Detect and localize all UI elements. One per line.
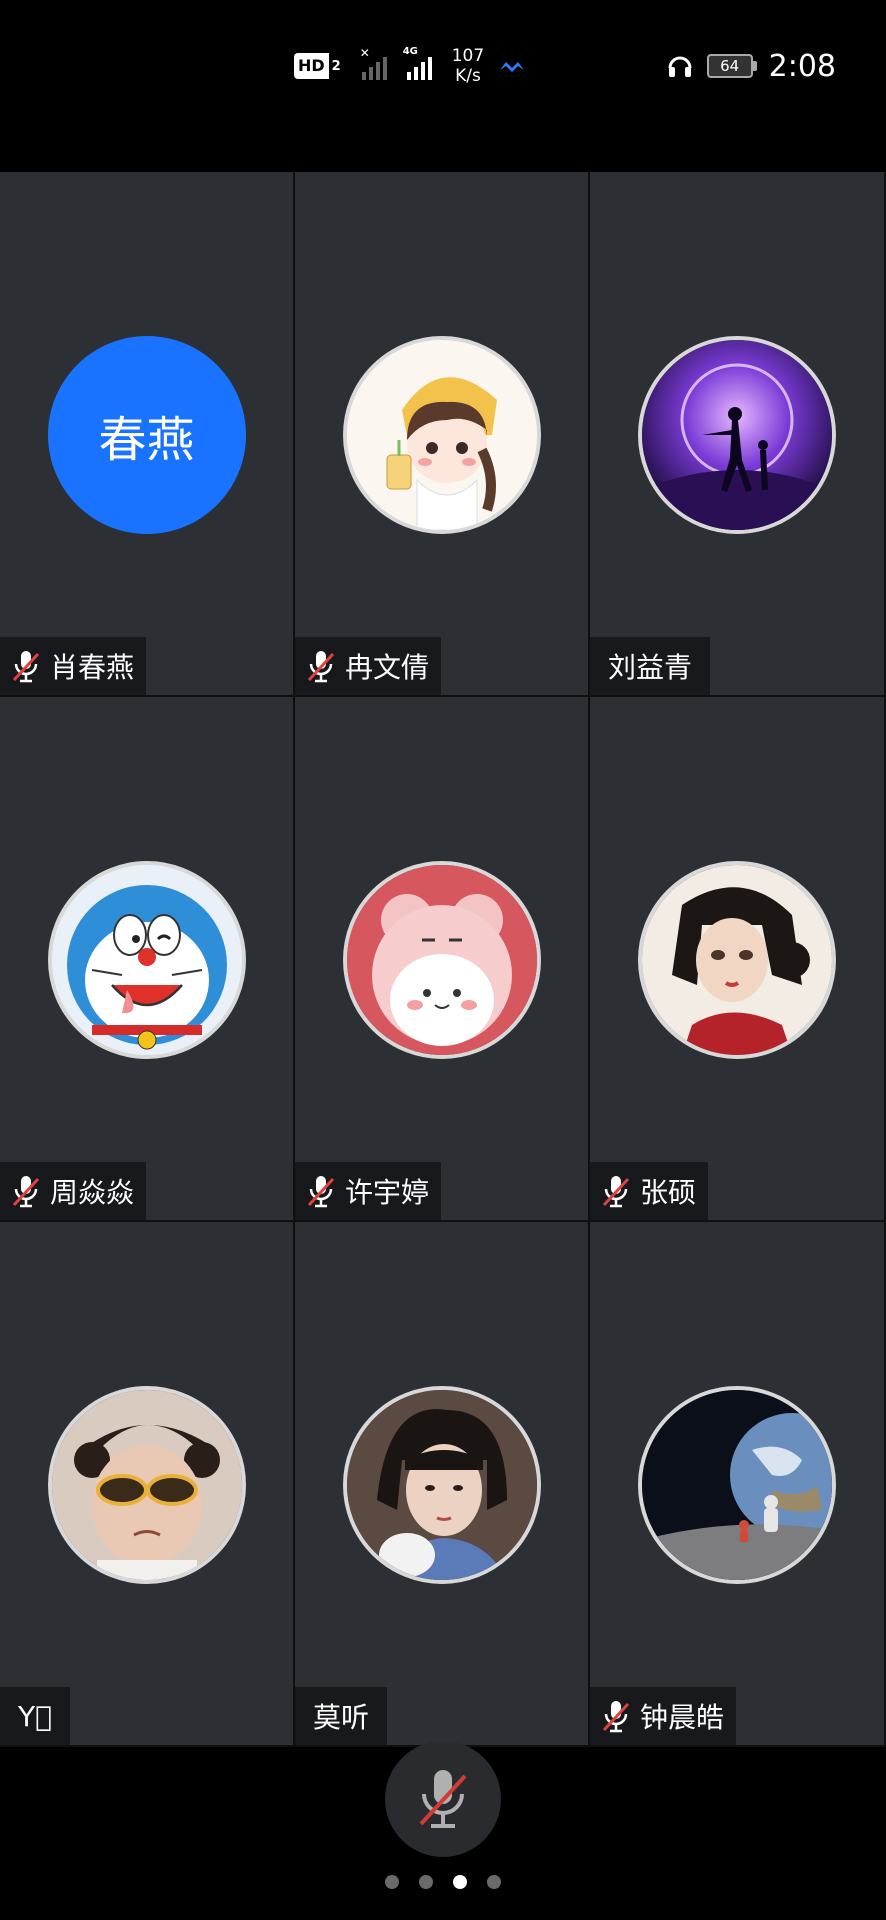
page-dot-active[interactable] xyxy=(453,1875,467,1889)
mic-muted-icon xyxy=(419,1770,467,1828)
participant-tile[interactable]: 春燕 肖春燕 xyxy=(0,172,295,697)
avatar xyxy=(342,861,541,1059)
avatar xyxy=(638,1386,836,1584)
app-notification-icon xyxy=(500,62,525,72)
participant-name-tag: Y  xyxy=(0,1687,70,1745)
bottom-controls xyxy=(0,1741,886,1920)
mic-muted-icon xyxy=(307,1176,335,1208)
signal-sim1-icon: ✕ xyxy=(360,46,387,80)
page-dot[interactable] xyxy=(385,1875,399,1889)
participant-name-tag: 周焱焱 xyxy=(0,1162,147,1220)
network-speed: 107 K/s xyxy=(451,46,485,86)
page-dot[interactable] xyxy=(419,1875,433,1889)
page-indicator xyxy=(0,1875,886,1889)
purple-galaxy-image xyxy=(642,340,832,530)
battery-icon: 64 xyxy=(706,54,757,78)
participant-name-tag: 钟晨皓 xyxy=(590,1687,737,1745)
headset-icon xyxy=(668,56,692,77)
participant-tile[interactable]: 冉文倩 xyxy=(295,172,590,697)
mic-muted-icon xyxy=(602,1176,630,1208)
participant-tile[interactable]: 周焱焱 xyxy=(0,697,295,1222)
signal-sim2-icon: 4G xyxy=(403,46,432,80)
participant-name-tag: 莫听 xyxy=(295,1687,388,1745)
mic-muted-icon xyxy=(307,651,335,683)
cartoon-girl-image xyxy=(346,340,537,530)
participant-grid: 春燕 肖春燕 xyxy=(0,172,886,1747)
mic-muted-icon xyxy=(12,651,40,683)
avatar xyxy=(638,336,836,534)
avatar xyxy=(47,861,246,1059)
avatar: 春燕 xyxy=(47,336,246,534)
child-sunglasses-image xyxy=(51,1390,242,1580)
avatar xyxy=(342,1386,541,1584)
participant-name-tag: 刘益青 xyxy=(590,637,711,695)
girl-photo-image xyxy=(346,1390,537,1580)
astronaut-earth-image xyxy=(642,1390,832,1580)
participant-tile[interactable]: 钟晨皓 xyxy=(590,1222,886,1747)
mute-toggle-button[interactable] xyxy=(385,1741,501,1857)
participant-name-tag: 张硕 xyxy=(590,1162,709,1220)
pink-bear-image xyxy=(346,865,537,1055)
mic-muted-icon xyxy=(12,1176,40,1208)
status-bar: HD 2 ✕ 4G 107 K/s 64 2:08 xyxy=(0,0,886,172)
avatar xyxy=(638,861,836,1059)
hd-voice-icon: HD 2 xyxy=(294,53,344,79)
doraemon-image xyxy=(51,865,242,1055)
painted-girl-image xyxy=(642,865,832,1055)
participant-tile[interactable]: 莫听 xyxy=(295,1222,590,1747)
avatar xyxy=(47,1386,246,1584)
page-dot[interactable] xyxy=(487,1875,501,1889)
avatar xyxy=(342,336,541,534)
participant-name-tag: 肖春燕 xyxy=(0,637,147,695)
participant-tile[interactable]: 许宇婷 xyxy=(295,697,590,1222)
participant-tile[interactable]: 张硕 xyxy=(590,697,886,1222)
participant-tile[interactable]: 刘益青 xyxy=(590,172,886,697)
mic-muted-icon xyxy=(602,1701,630,1733)
clock: 2:08 xyxy=(768,48,836,84)
participant-name-tag: 冉文倩 xyxy=(295,637,442,695)
participant-name-tag: 许宇婷 xyxy=(295,1162,442,1220)
participant-tile[interactable]: Y  xyxy=(0,1222,295,1747)
